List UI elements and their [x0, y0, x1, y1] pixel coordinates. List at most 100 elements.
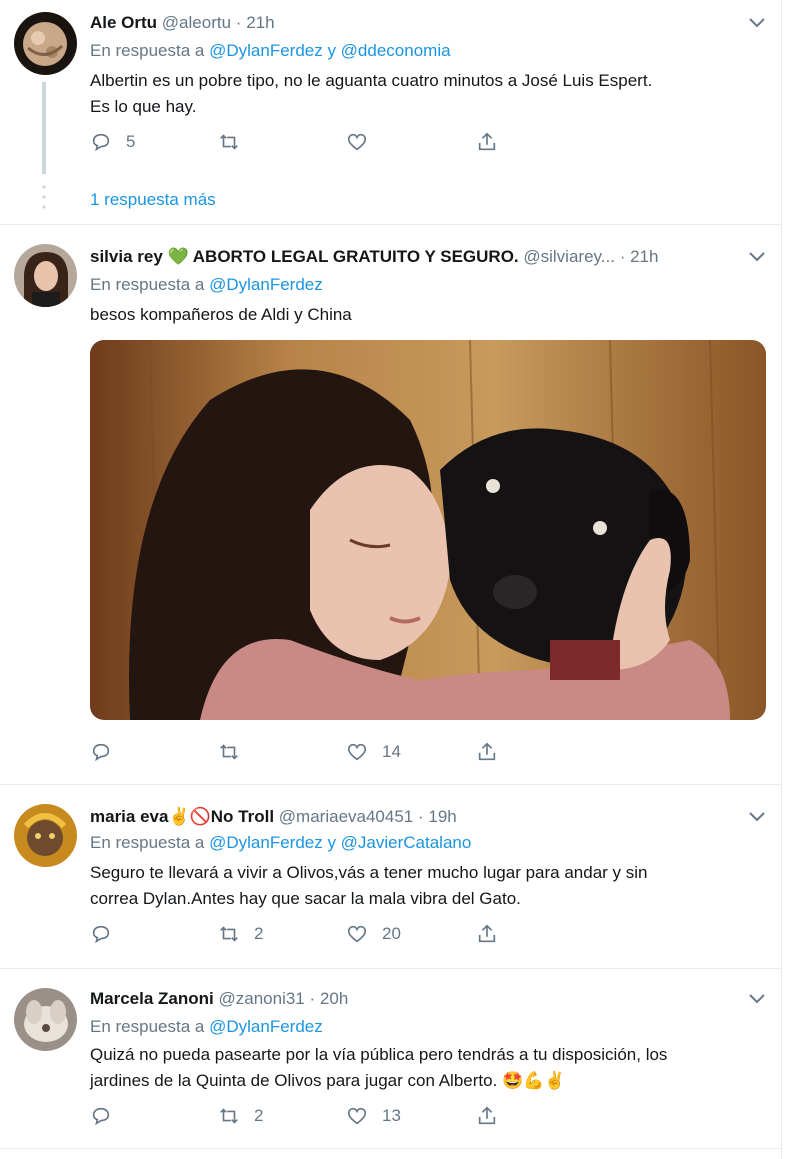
- avatar[interactable]: [14, 988, 77, 1051]
- like-button[interactable]: [346, 130, 382, 154]
- reply-mentions[interactable]: @DylanFerdez y @JavierCatalano: [209, 833, 471, 852]
- like-count: 13: [382, 1106, 401, 1125]
- reply-prefix: En respuesta a: [90, 275, 205, 294]
- tweet-actions: 5: [90, 130, 550, 154]
- tweet[interactable]: silvia rey 💚 ABORTO LEGAL GRATUITO Y SEG…: [0, 224, 781, 785]
- reply-mentions[interactable]: @DylanFerdez: [209, 275, 323, 294]
- tweet-actions: 14: [90, 740, 550, 764]
- retweet-icon: [220, 1108, 238, 1124]
- retweet-button[interactable]: 2: [218, 1104, 263, 1128]
- chevron-down-icon[interactable]: [747, 250, 767, 264]
- share-button[interactable]: [476, 740, 498, 764]
- separator-dot: ·: [235, 13, 242, 32]
- like-button[interactable]: 14: [346, 740, 401, 764]
- like-button[interactable]: 20: [346, 922, 401, 946]
- share-icon: [478, 924, 496, 943]
- tweet-text: Albertin es un pobre tipo, no le aguanta…: [90, 68, 741, 120]
- avatar[interactable]: [14, 804, 77, 867]
- user-handle[interactable]: @silviarey...: [523, 247, 615, 266]
- tweet[interactable]: Marcela Zanoni @zanoni31 · 20h En respue…: [0, 968, 781, 1149]
- tweet-text-line: Es lo que hay.: [90, 97, 197, 116]
- tweet-text-line: correa Dylan.Antes hay que sacar la mala…: [90, 889, 521, 908]
- tweet-text-line: Seguro te llevará a vivir a Olivos,vás a…: [90, 863, 648, 882]
- share-button[interactable]: [476, 1104, 498, 1128]
- reply-button[interactable]: [90, 922, 126, 946]
- share-button[interactable]: [476, 130, 498, 154]
- heart-icon: [347, 925, 367, 943]
- reply-button[interactable]: 5: [90, 130, 135, 154]
- retweet-button[interactable]: [218, 740, 254, 764]
- user-handle[interactable]: @zanoni31: [219, 989, 305, 1008]
- avatar-image: [14, 12, 77, 75]
- tweet-text-line: Quizá no pueda pasearte por la vía públi…: [90, 1045, 668, 1064]
- photo-woman-hugging-dog: [90, 340, 766, 720]
- heart-icon: [347, 1107, 367, 1125]
- heart-icon: [347, 743, 367, 761]
- display-name[interactable]: silvia rey 💚 ABORTO LEGAL GRATUITO Y SEG…: [90, 247, 519, 266]
- avatar[interactable]: [14, 244, 77, 307]
- tweet-actions: 2 20: [90, 922, 550, 946]
- tweet-text-line: jardines de la Quinta de Olivos para jug…: [90, 1071, 566, 1090]
- tweet[interactable]: maria eva✌🚫No Troll @mariaeva40451 · 19h…: [0, 784, 781, 969]
- display-name[interactable]: Ale Ortu: [90, 13, 157, 32]
- user-handle[interactable]: @aleortu: [162, 13, 231, 32]
- display-name[interactable]: maria eva✌🚫No Troll: [90, 807, 274, 826]
- retweet-count: 2: [254, 924, 264, 943]
- like-count: 14: [382, 742, 401, 761]
- reply-button[interactable]: [90, 740, 126, 764]
- retweet-count: 2: [254, 1106, 264, 1125]
- reply-context: En respuesta a @DylanFerdez: [90, 274, 323, 296]
- reply-prefix: En respuesta a: [90, 833, 205, 852]
- heart-icon: [347, 133, 367, 151]
- avatar[interactable]: [14, 12, 77, 75]
- separator-dot: ·: [619, 247, 626, 266]
- reply-count: 5: [126, 132, 136, 151]
- reply-context: En respuesta a @DylanFerdez y @ddeconomi…: [90, 40, 451, 62]
- share-icon: [478, 742, 496, 761]
- retweet-button[interactable]: [218, 130, 254, 154]
- reply-prefix: En respuesta a: [90, 1017, 205, 1036]
- tweet-photo[interactable]: [90, 340, 766, 720]
- reply-mentions[interactable]: @DylanFerdez y @ddeconomia: [209, 41, 450, 60]
- separator-dot: ·: [309, 989, 316, 1008]
- tweet-header: Marcela Zanoni @zanoni31 · 20h: [90, 988, 741, 1010]
- retweet-icon: [220, 134, 238, 150]
- retweet-icon: [220, 926, 238, 942]
- user-handle[interactable]: @mariaeva40451: [279, 807, 413, 826]
- show-more-replies-link[interactable]: 1 respuesta más: [90, 190, 216, 210]
- reply-prefix: En respuesta a: [90, 41, 205, 60]
- tweet-header: maria eva✌🚫No Troll @mariaeva40451 · 19h: [90, 806, 741, 828]
- share-button[interactable]: [476, 922, 498, 946]
- separator-dot: ·: [417, 807, 424, 826]
- reply-icon: [92, 133, 110, 152]
- thread-dots: [42, 185, 46, 209]
- retweet-button[interactable]: 2: [218, 922, 263, 946]
- chevron-down-icon[interactable]: [747, 992, 767, 1006]
- timestamp[interactable]: 21h: [630, 247, 658, 266]
- like-count: 20: [382, 924, 401, 943]
- reply-context: En respuesta a @DylanFerdez: [90, 1016, 323, 1038]
- reply-button[interactable]: [90, 1104, 126, 1128]
- reply-context: En respuesta a @DylanFerdez y @JavierCat…: [90, 832, 471, 854]
- tweet-text: besos kompañeros de Aldi y China: [90, 302, 741, 328]
- reply-icon: [92, 925, 110, 944]
- reply-mentions[interactable]: @DylanFerdez: [209, 1017, 323, 1036]
- tweet-actions: 2 13: [90, 1104, 550, 1128]
- timestamp[interactable]: 20h: [320, 989, 348, 1008]
- chevron-down-icon[interactable]: [747, 810, 767, 824]
- tweet-feed: Ale Ortu @aleortu · 21h En respuesta a @…: [0, 0, 782, 1159]
- reply-icon: [92, 1107, 110, 1126]
- display-name[interactable]: Marcela Zanoni: [90, 989, 214, 1008]
- share-icon: [478, 132, 496, 151]
- timestamp[interactable]: 21h: [246, 13, 274, 32]
- retweet-icon: [220, 744, 238, 760]
- timestamp[interactable]: 19h: [428, 807, 456, 826]
- chevron-down-icon[interactable]: [747, 16, 767, 30]
- tweet-header: Ale Ortu @aleortu · 21h: [90, 12, 741, 34]
- like-button[interactable]: 13: [346, 1104, 401, 1128]
- tweet-text-line: besos kompañeros de Aldi y China: [90, 305, 352, 324]
- tweet-header: silvia rey 💚 ABORTO LEGAL GRATUITO Y SEG…: [90, 246, 741, 268]
- avatar-image: [14, 804, 77, 867]
- thread-line: [42, 82, 46, 174]
- tweet[interactable]: Ale Ortu @aleortu · 21h En respuesta a @…: [0, 0, 781, 225]
